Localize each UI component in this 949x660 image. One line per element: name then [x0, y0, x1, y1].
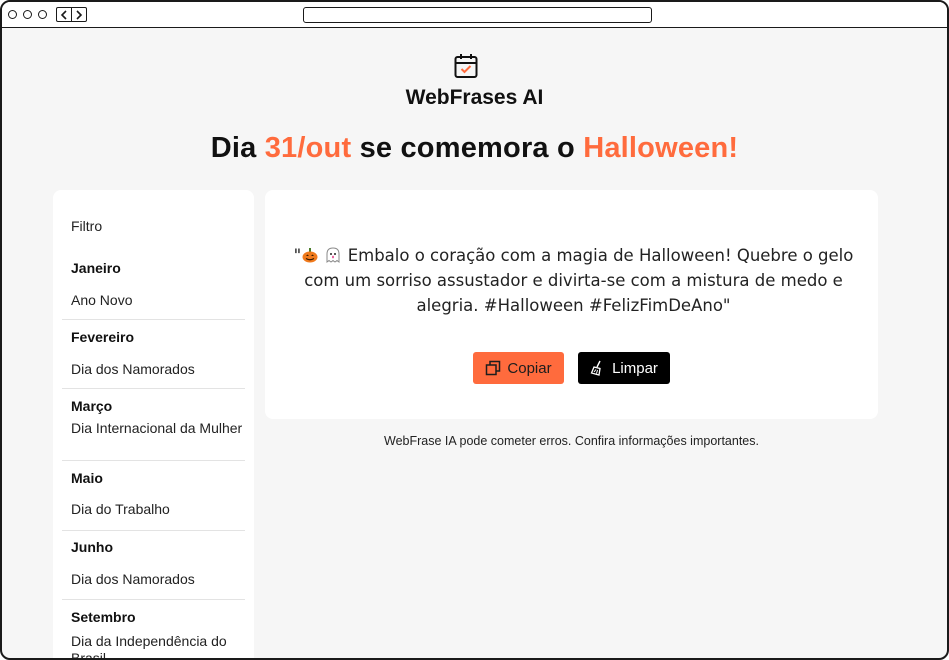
quote-text: Embalo o coração com a magia de Hallowee… [304, 246, 854, 315]
back-button[interactable] [57, 8, 71, 21]
close-window-icon[interactable] [8, 10, 17, 19]
month-group-marco: Março Dia Internacional da Mulher [62, 398, 245, 437]
sidebar-item-dia-da-independencia[interactable]: Dia da Independência do Brasil [62, 633, 245, 658]
divider [62, 530, 245, 531]
month-label: Janeiro [71, 260, 121, 276]
page-headline: Dia 31/out se comemora o Halloween! [2, 132, 947, 165]
sidebar-item-dia-dos-namorados[interactable]: Dia dos Namorados [62, 361, 245, 378]
maximize-window-icon[interactable] [38, 10, 47, 19]
filter-title: Filtro [71, 218, 103, 234]
month-group-janeiro: Janeiro Ano Novo [62, 260, 245, 309]
headline-prefix: Dia [210, 132, 265, 164]
chevron-left-icon [60, 9, 67, 20]
brand-name: WebFrases AI [405, 86, 544, 109]
ai-disclaimer: WebFrase IA pode cometer erros. Confira … [384, 434, 759, 448]
history-nav [56, 7, 87, 22]
divider [62, 319, 245, 320]
browser-window: WebFrases AI Dia 31/out se comemora o Ha… [0, 0, 949, 660]
month-label: Junho [71, 539, 113, 555]
month-label: Março [71, 398, 113, 414]
month-group-junho: Junho Dia dos Namorados [62, 539, 245, 588]
month-group-fevereiro: Fevereiro Dia dos Namorados [62, 329, 245, 378]
browser-toolbar [2, 2, 947, 28]
sidebar-item-dia-internacional-da-mulher[interactable]: Dia Internacional da Mulher [62, 420, 245, 437]
headline-middle: se comemora o [351, 132, 584, 164]
divider [62, 388, 245, 389]
filter-sidebar: Filtro Janeiro Ano Novo Fevereiro Dia do… [53, 190, 254, 658]
quote-open: " [293, 246, 302, 265]
sidebar-item-ano-novo[interactable]: Ano Novo [62, 292, 245, 309]
minimize-window-icon[interactable] [23, 10, 32, 19]
month-group-maio: Maio Dia do Trabalho [62, 470, 245, 518]
copy-icon [486, 360, 501, 376]
headline-date: 31/out [264, 132, 352, 164]
copy-button[interactable]: Copiar [473, 352, 564, 384]
copy-button-label: Copiar [507, 359, 552, 377]
chevron-right-icon [76, 9, 83, 20]
pumpkin-icon [302, 248, 318, 263]
sidebar-item-dia-do-trabalho[interactable]: Dia do Trabalho [62, 501, 245, 518]
month-label: Fevereiro [71, 329, 135, 345]
generated-phrase: " Embalo o coração com a magia de Hallow… [289, 243, 858, 318]
divider [62, 460, 245, 461]
clear-button[interactable]: Limpar [578, 352, 670, 384]
month-label: Setembro [71, 609, 136, 625]
calendar-check-icon [454, 54, 478, 78]
forward-button[interactable] [71, 8, 86, 21]
divider [62, 599, 245, 600]
sidebar-item-dia-dos-namorados[interactable]: Dia dos Namorados [62, 571, 245, 588]
clear-button-label: Limpar [612, 359, 658, 377]
address-bar[interactable] [303, 7, 652, 23]
page-content: WebFrases AI Dia 31/out se comemora o Ha… [2, 28, 947, 658]
month-label: Maio [71, 470, 103, 486]
ghost-icon [326, 247, 340, 263]
month-group-setembro: Setembro Dia da Independência do Brasil [62, 609, 245, 658]
phrase-card: " Embalo o coração com a magia de Hallow… [265, 190, 878, 419]
broom-icon [590, 360, 601, 376]
headline-event: Halloween! [583, 132, 739, 164]
